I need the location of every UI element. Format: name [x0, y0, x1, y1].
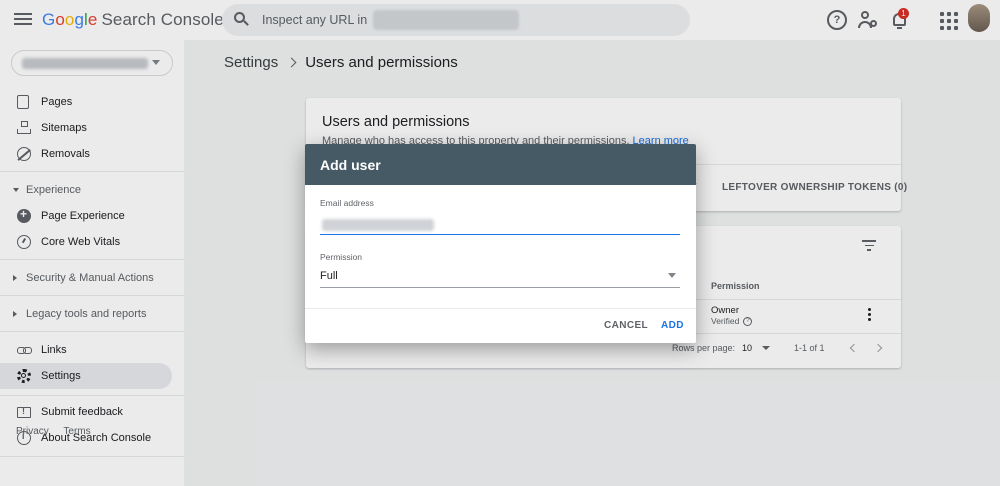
add-button[interactable]: ADD [661, 320, 684, 331]
email-label: Email address [320, 198, 374, 208]
permission-select[interactable]: Full [320, 268, 680, 288]
dialog-title: Add user [320, 157, 381, 173]
divider [305, 308, 696, 309]
blurred-email-value [322, 219, 434, 231]
dialog-header: Add user [305, 144, 696, 185]
cancel-button[interactable]: CANCEL [604, 320, 648, 331]
add-user-dialog: Add user Email address Permission Full C… [305, 144, 696, 343]
permission-label: Permission [320, 252, 363, 262]
email-field[interactable] [320, 217, 680, 235]
caret-down-icon [668, 273, 676, 278]
